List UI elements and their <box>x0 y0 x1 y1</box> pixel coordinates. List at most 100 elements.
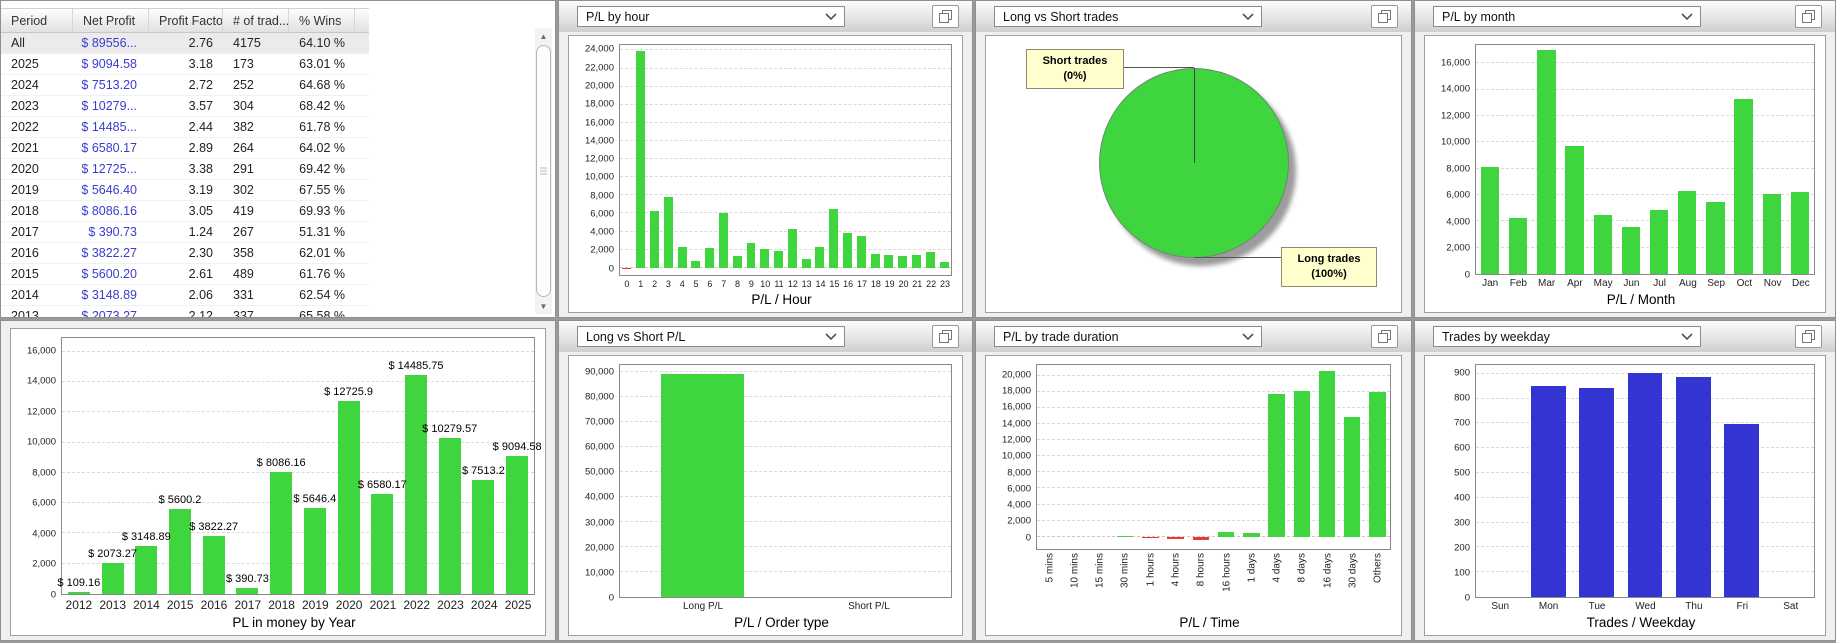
gridline <box>1037 487 1390 489</box>
table-row[interactable]: 2024 $ 7513.20 2.72 252 64.68 % <box>1 75 369 96</box>
chart-type-dropdown[interactable]: P/L by trade duration <box>994 326 1262 347</box>
y-tick-label: 2,000 <box>32 558 56 570</box>
table-cell: 337 <box>233 309 254 318</box>
table-row[interactable]: 2016 $ 3822.27 2.30 358 62.01 % <box>1 243 369 264</box>
table-cell: 69.42 % <box>299 162 345 176</box>
chart-type-dropdown[interactable]: P/L by hour <box>577 6 845 27</box>
dropdown-selected-label: P/L by hour <box>586 9 650 24</box>
y-tick-label: 30,000 <box>584 517 614 529</box>
table-cell: 2020 <box>11 162 39 176</box>
panel-long-vs-short-pl: Long vs Short P/L 0 10,000 20,000 30,000 40,… <box>558 320 973 641</box>
chart-type-dropdown[interactable]: Long vs Short trades <box>994 6 1262 27</box>
x-tick-label: 2018 <box>268 598 295 612</box>
table-cell: 2.89 <box>188 141 213 155</box>
bar-4 hours <box>1167 536 1184 539</box>
x-tick-label: 15 mins <box>1094 553 1106 589</box>
y-tick-label: 10,000 <box>584 171 614 183</box>
column-header[interactable]: Profit Factor <box>149 9 223 32</box>
bar-16 days <box>1318 371 1336 537</box>
x-tick-label: Long P/L <box>682 601 724 612</box>
column-header[interactable]: # of trad... <box>223 9 289 32</box>
table-row[interactable]: All $ 89556... 2.76 4175 64.10 % <box>1 33 369 54</box>
chart-type-dropdown[interactable]: Long vs Short P/L <box>577 326 845 347</box>
callout-connector-line <box>1193 256 1281 258</box>
bar-10 <box>760 249 770 268</box>
copy-chart-button[interactable] <box>1795 5 1822 28</box>
bar-2019 <box>303 508 326 594</box>
bar-Nov <box>1762 193 1781 274</box>
gridline <box>1037 519 1390 521</box>
table-row[interactable]: 2014 $ 3148.89 2.06 331 62.54 % <box>1 285 369 306</box>
x-tick-label: 2015 <box>166 598 194 612</box>
chart-type-dropdown[interactable]: Trades by weekday <box>1433 326 1701 347</box>
copy-chart-button[interactable] <box>932 325 959 348</box>
table-row[interactable]: 2025 $ 9094.58 3.18 173 63.01 % <box>1 54 369 75</box>
table-row[interactable]: 2013 $ 2073.27 2.12 337 65.58 % <box>1 306 369 318</box>
table-cell: 419 <box>233 204 254 218</box>
x-tick-label: 5 <box>693 279 699 289</box>
table-cell: 291 <box>233 162 254 176</box>
table-row[interactable]: 2022 $ 14485... 2.44 382 61.78 % <box>1 117 369 138</box>
x-tick-label: Sun <box>1491 601 1510 612</box>
bar-16 <box>843 233 853 268</box>
bar-Apr <box>1565 145 1584 274</box>
gridline <box>1037 535 1390 537</box>
y-tick-label: 4,000 <box>1446 216 1470 228</box>
column-header[interactable]: Net Profit <box>73 9 149 32</box>
y-tick-label: 0 <box>1025 532 1031 544</box>
table-row[interactable]: 2020 $ 12725... 3.38 291 69.42 % <box>1 159 369 180</box>
y-tick-label: 60,000 <box>584 441 614 453</box>
table-row[interactable]: 2023 $ 10279... 3.57 304 68.42 % <box>1 96 369 117</box>
copy-chart-button[interactable] <box>1795 325 1822 348</box>
scrollbar-thumb[interactable] <box>536 45 551 297</box>
x-tick-label: 2019 <box>302 598 329 612</box>
y-tick-label: 14,000 <box>1001 418 1031 430</box>
y-tick-label: 80,000 <box>584 391 614 403</box>
x-tick-label: 30 mins <box>1113 550 1138 612</box>
chart-type-dropdown[interactable]: P/L by month <box>1433 6 1701 27</box>
table-row[interactable]: 2021 $ 6580.17 2.89 264 64.02 % <box>1 138 369 159</box>
x-tick-label: Others <box>1366 550 1391 612</box>
bar-3 <box>663 196 673 268</box>
x-tick-label: 2020 <box>335 598 363 612</box>
bar-0 <box>622 267 632 269</box>
y-tick-label: 300 <box>1454 517 1470 529</box>
bar-8 days <box>1293 390 1310 537</box>
scroll-up-arrow-icon[interactable]: ▲ <box>535 28 552 44</box>
x-axis: 2012 2013 2014 2015 2016 2017 2018 2019 2020 2021… <box>62 595 535 612</box>
axis-title: P/L / Time <box>1179 615 1240 630</box>
table-cell: $ 3822.27 <box>81 246 137 260</box>
y-tick-label: 10,000 <box>1440 136 1470 148</box>
copy-chart-button[interactable] <box>1371 5 1398 28</box>
scroll-down-arrow-icon[interactable]: ▼ <box>535 298 552 314</box>
bar-22 <box>925 252 935 268</box>
table-cell: 4175 <box>233 36 261 50</box>
copy-icon <box>939 10 952 23</box>
bar-7 <box>718 212 728 268</box>
x-tick-label: 3 <box>665 279 671 289</box>
copy-chart-button[interactable] <box>932 5 959 28</box>
panel-pl-by-duration: P/L by trade duration 0 2,000 4,000 6,000 8,… <box>975 320 1412 641</box>
column-header[interactable]: Period <box>1 9 73 32</box>
table-cell: 63.01 % <box>299 57 345 71</box>
y-tick-label: 4,000 <box>1007 499 1031 511</box>
gridline <box>1037 374 1390 376</box>
table-row[interactable]: 2019 $ 5646.40 3.19 302 67.55 % <box>1 180 369 201</box>
table-row[interactable]: 2018 $ 8086.16 3.05 419 69.93 % <box>1 201 369 222</box>
copy-chart-button[interactable] <box>1371 325 1398 348</box>
bar-value-label: $ 7513.2 <box>462 465 505 478</box>
bar-5 <box>691 261 701 268</box>
pl-by-month-chart: 0 2,000 4,000 6,000 8,000 10,000 12,000 14,000 1… <box>1424 35 1826 313</box>
panel-header: P/L by hour <box>559 1 972 32</box>
column-header[interactable]: % Wins <box>289 9 355 32</box>
y-axis: 0 2,000 4,000 6,000 8,000 10,000 12,000 14,000 1… <box>1429 44 1475 280</box>
table-row[interactable]: 2017 $ 390.73 1.24 267 51.31 % <box>1 222 369 243</box>
gridline <box>1476 167 1814 169</box>
y-tick-label: 8,000 <box>32 467 56 479</box>
table-row[interactable]: 2015 $ 5600.20 2.61 489 61.76 % <box>1 264 369 285</box>
gridline <box>620 158 951 160</box>
y-tick-label: 0 <box>1464 269 1470 281</box>
table-scrollbar[interactable]: ▲ ▼ <box>535 28 552 314</box>
y-tick-label: 16,000 <box>1440 57 1470 69</box>
y-tick-label: 100 <box>1454 567 1470 579</box>
